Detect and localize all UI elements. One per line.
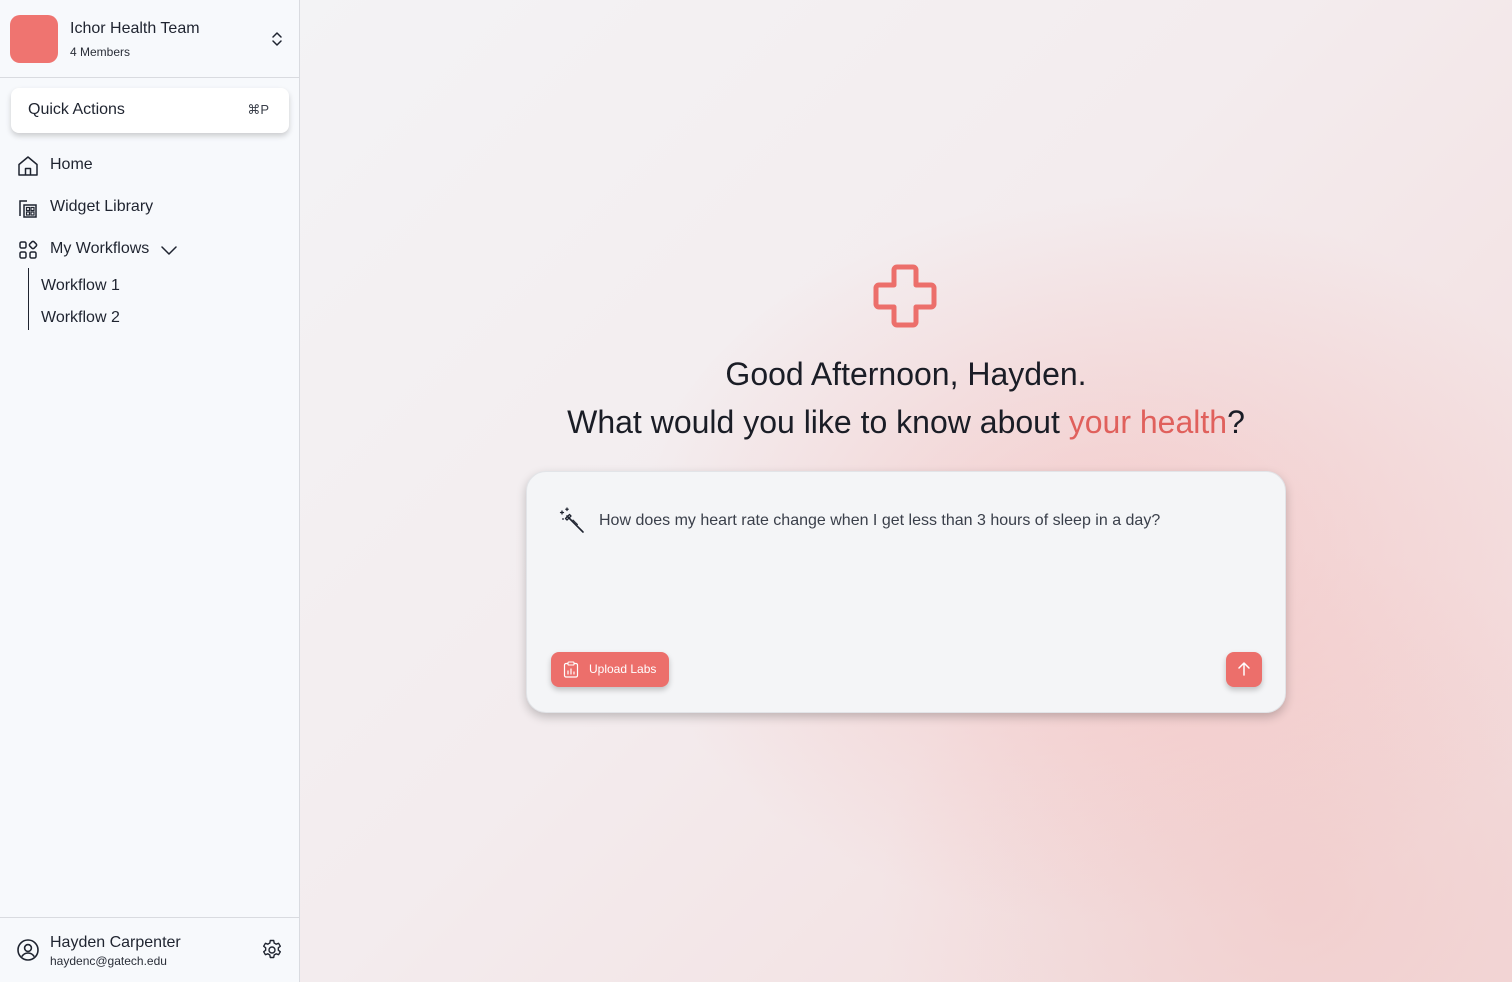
team-name: Ichor Health Team — [70, 20, 200, 37]
sidebar-item-workflow-2[interactable]: Workflow 2 — [41, 309, 120, 327]
sidebar-item-label: My Workflows — [50, 240, 150, 257]
sidebar-item-widget-library[interactable]: Widget Library — [14, 192, 284, 222]
quick-actions-button[interactable]: Quick Actions ⌘P — [11, 88, 289, 133]
sidebar-item-home[interactable]: Home — [14, 150, 284, 180]
sidebar-item-my-workflows[interactable]: My Workflows — [14, 234, 284, 264]
clipboard-icon — [563, 661, 579, 678]
team-switcher[interactable]: Ichor Health Team 4 Members — [0, 0, 299, 78]
user-email: haydenc@gatech.edu — [50, 954, 167, 968]
send-button[interactable] — [1226, 652, 1262, 687]
question-accent: your health — [1068, 404, 1228, 440]
question-prefix: What would you like to know about — [567, 404, 1069, 440]
question-suffix: ? — [1227, 404, 1245, 440]
upload-labs-button[interactable]: Upload Labs — [551, 652, 669, 687]
sidebar: Ichor Health Team 4 Members Quick Action… — [0, 0, 300, 982]
medical-cross-icon — [873, 264, 937, 328]
team-member-count: 4 Members — [70, 45, 131, 59]
user-profile: Hayden Carpenter haydenc@gatech.edu — [0, 917, 299, 982]
gear-icon[interactable] — [260, 938, 284, 962]
main-content: Good Afternoon, Hayden. What would you l… — [300, 0, 1512, 982]
prompt-card: How does my heart rate change when I get… — [526, 471, 1286, 713]
chevron-up-down-icon[interactable] — [266, 28, 288, 50]
quick-actions-label: Quick Actions — [28, 101, 125, 118]
magic-wand-icon — [559, 507, 584, 533]
home-icon — [18, 156, 38, 176]
user-circle-icon[interactable] — [16, 938, 40, 962]
widget-library-icon — [19, 200, 37, 218]
upload-labs-label: Upload Labs — [589, 662, 657, 676]
quick-actions-shortcut: ⌘P — [247, 102, 269, 117]
workflows-icon — [19, 240, 38, 259]
question-heading: What would you like to know about your h… — [300, 404, 1512, 441]
sidebar-item-label: Widget Library — [50, 198, 154, 215]
greeting-heading: Good Afternoon, Hayden. — [725, 356, 1087, 392]
prompt-input[interactable]: How does my heart rate change when I get… — [599, 512, 1160, 530]
sidebar-item-label: Home — [50, 156, 93, 173]
team-avatar — [10, 15, 58, 63]
chevron-down-icon[interactable] — [160, 242, 178, 260]
arrow-up-icon — [1238, 662, 1250, 676]
user-name: Hayden Carpenter — [50, 934, 181, 951]
sidebar-item-workflow-1[interactable]: Workflow 1 — [41, 277, 120, 295]
workflows-tree-line — [28, 268, 29, 330]
